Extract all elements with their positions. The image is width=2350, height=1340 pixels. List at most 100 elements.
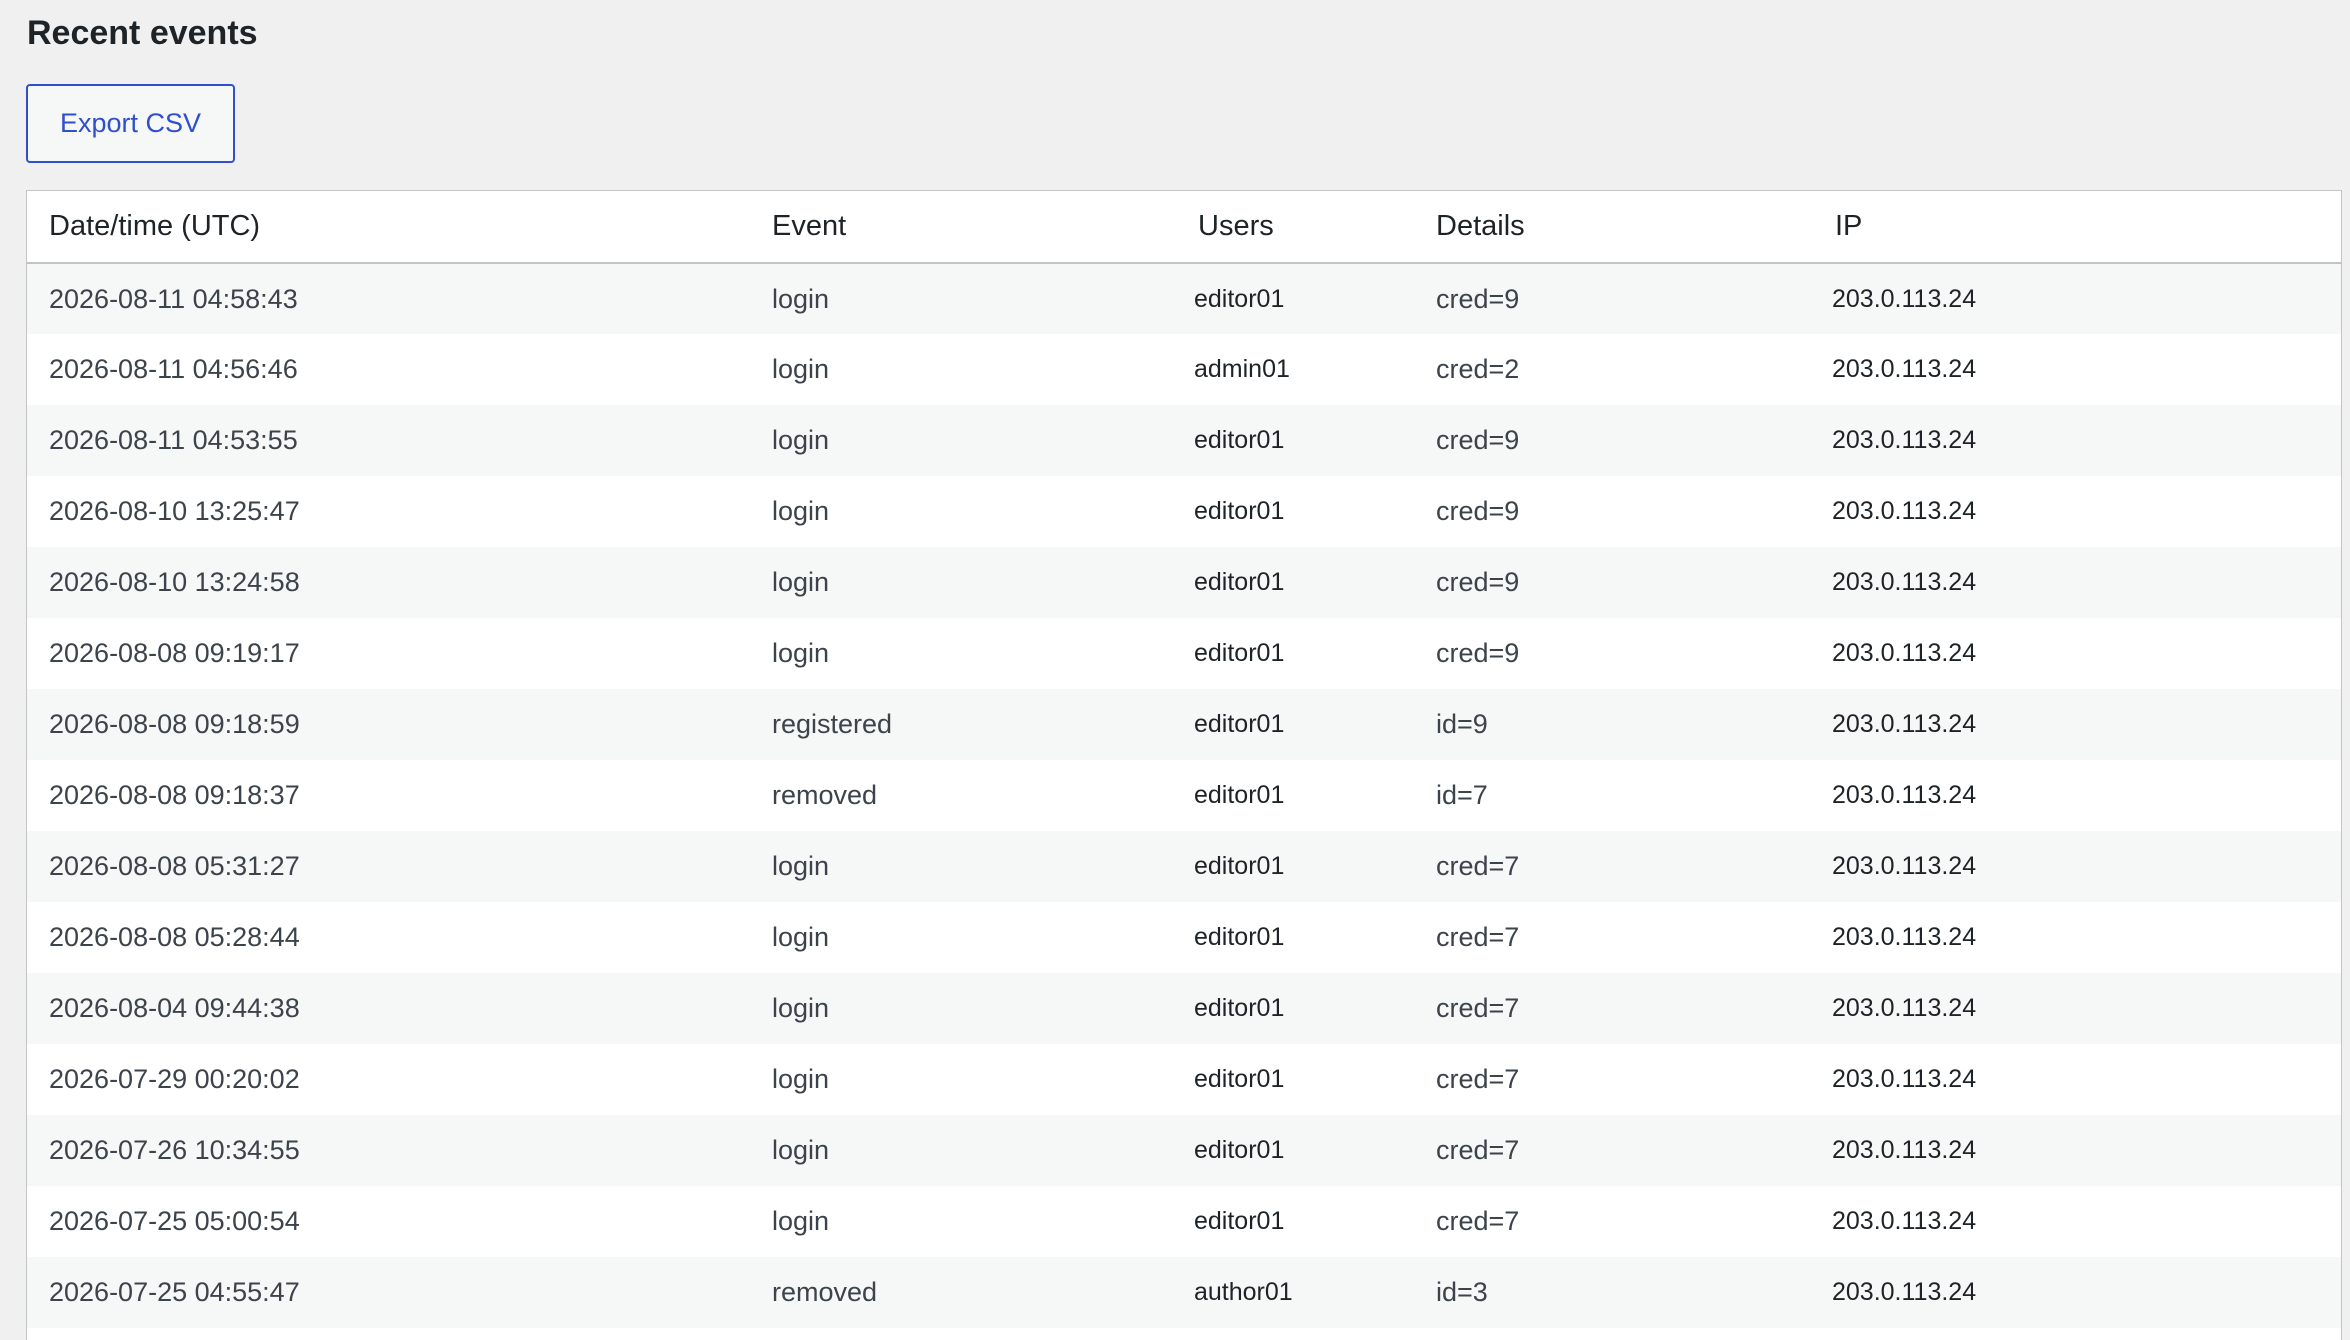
cell-datetime: 2026-07-29 00:20:02 bbox=[27, 1044, 750, 1115]
cell-event: login bbox=[750, 1044, 1150, 1115]
table-row: 2026-08-04 09:44:38 login editor01 cred=… bbox=[27, 973, 2341, 1044]
cell-event: removed bbox=[750, 1257, 1150, 1328]
cell-datetime: 2026-08-08 05:28:44 bbox=[27, 902, 750, 973]
cell-users: editor01 bbox=[1150, 1044, 1414, 1115]
cell-users: editor01 bbox=[1150, 831, 1414, 902]
cell-users: editor01 bbox=[1150, 973, 1414, 1044]
cell-users: editor01 bbox=[1150, 405, 1414, 476]
cell-ip: 203.0.113.24 bbox=[1807, 973, 2341, 1044]
cell-ip: 203.0.113.24 bbox=[1807, 476, 2341, 547]
table-row: 2026-08-10 13:25:47 login editor01 cred=… bbox=[27, 476, 2341, 547]
table-row: 2026-07-29 00:20:02 login editor01 cred=… bbox=[27, 1044, 2341, 1115]
table-row: 2026-07-25 05:00:54 login editor01 cred=… bbox=[27, 1186, 2341, 1257]
table-row: 2026-08-11 04:56:46 login admin01 cred=2… bbox=[27, 334, 2341, 405]
cell-details: cred=9 bbox=[1414, 263, 1807, 334]
cell-ip: 203.0.113.24 bbox=[1807, 689, 2341, 760]
cell-event: login bbox=[750, 973, 1150, 1044]
cell-datetime: 2026-08-11 04:58:43 bbox=[27, 263, 750, 334]
cell-users: editor01 bbox=[1150, 476, 1414, 547]
export-csv-button[interactable]: Export CSV bbox=[26, 84, 235, 163]
cell-details: cred=9 bbox=[1414, 547, 1807, 618]
cell-datetime: 2026-08-08 05:31:27 bbox=[27, 831, 750, 902]
cell-datetime: 2026-08-10 13:25:47 bbox=[27, 476, 750, 547]
table-row: 2026-08-11 04:58:43 login editor01 cred=… bbox=[27, 263, 2341, 334]
cell-event: registered bbox=[750, 689, 1150, 760]
column-header-datetime: Date/time (UTC) bbox=[27, 191, 750, 264]
cell-details: id=9 bbox=[1414, 689, 1807, 760]
cell-users: editor01 bbox=[1150, 760, 1414, 831]
cell-ip: 203.0.113.24 bbox=[1807, 547, 2341, 618]
column-header-details: Details bbox=[1414, 191, 1807, 264]
cell-users: admin01 bbox=[1150, 334, 1414, 405]
cell-details: cred=7 bbox=[1414, 902, 1807, 973]
cell-event: login bbox=[750, 263, 1150, 334]
cell-event: login bbox=[750, 547, 1150, 618]
cell-details: cred=9 bbox=[1414, 405, 1807, 476]
cell-datetime: 2026-08-11 04:56:46 bbox=[27, 334, 750, 405]
cell-ip: 203.0.113.24 bbox=[1807, 618, 2341, 689]
cell-users: editor01 bbox=[1150, 618, 1414, 689]
cell-details: cred=9 bbox=[1414, 476, 1807, 547]
cell-event: login bbox=[750, 1186, 1150, 1257]
cell-users: editor01 bbox=[1150, 1186, 1414, 1257]
table-body: 2026-08-11 04:58:43 login editor01 cred=… bbox=[27, 263, 2341, 1328]
table-header: Date/time (UTC) Event Users Details IP bbox=[27, 191, 2341, 264]
cell-users: author01 bbox=[1150, 1257, 1414, 1328]
cell-event: login bbox=[750, 334, 1150, 405]
cell-event: login bbox=[750, 1115, 1150, 1186]
cell-event: removed bbox=[750, 760, 1150, 831]
cell-event: login bbox=[750, 618, 1150, 689]
table-row: 2026-08-08 09:18:59 registered editor01 … bbox=[27, 689, 2341, 760]
cell-details: cred=7 bbox=[1414, 831, 1807, 902]
cell-datetime: 2026-07-25 05:00:54 bbox=[27, 1186, 750, 1257]
table-row: 2026-08-11 04:53:55 login editor01 cred=… bbox=[27, 405, 2341, 476]
cell-ip: 203.0.113.24 bbox=[1807, 405, 2341, 476]
cell-users: editor01 bbox=[1150, 547, 1414, 618]
cell-details: cred=2 bbox=[1414, 334, 1807, 405]
cell-details: cred=7 bbox=[1414, 1044, 1807, 1115]
table-row: 2026-08-10 13:24:58 login editor01 cred=… bbox=[27, 547, 2341, 618]
cell-ip: 203.0.113.24 bbox=[1807, 1186, 2341, 1257]
cell-details: id=3 bbox=[1414, 1257, 1807, 1328]
cell-event: login bbox=[750, 831, 1150, 902]
table-row: 2026-07-26 10:34:55 login editor01 cred=… bbox=[27, 1115, 2341, 1186]
table-row: 2026-08-08 05:28:44 login editor01 cred=… bbox=[27, 902, 2341, 973]
cell-datetime: 2026-08-04 09:44:38 bbox=[27, 973, 750, 1044]
cell-users: editor01 bbox=[1150, 1115, 1414, 1186]
column-header-users: Users bbox=[1150, 191, 1414, 264]
events-table: Date/time (UTC) Event Users Details IP 2… bbox=[27, 191, 2341, 1328]
cell-ip: 203.0.113.24 bbox=[1807, 902, 2341, 973]
cell-details: cred=7 bbox=[1414, 973, 1807, 1044]
table-row: 2026-07-25 04:55:47 removed author01 id=… bbox=[27, 1257, 2341, 1328]
cell-ip: 203.0.113.24 bbox=[1807, 1115, 2341, 1186]
cell-ip: 203.0.113.24 bbox=[1807, 263, 2341, 334]
events-table-container: Date/time (UTC) Event Users Details IP 2… bbox=[26, 190, 2342, 1340]
cell-datetime: 2026-07-26 10:34:55 bbox=[27, 1115, 750, 1186]
cell-details: cred=7 bbox=[1414, 1115, 1807, 1186]
column-header-ip: IP bbox=[1807, 191, 2341, 264]
page: Recent events Export CSV Date/time (UTC)… bbox=[0, 0, 2350, 1340]
cell-ip: 203.0.113.24 bbox=[1807, 831, 2341, 902]
cell-ip: 203.0.113.24 bbox=[1807, 1044, 2341, 1115]
column-header-event: Event bbox=[750, 191, 1150, 264]
cell-datetime: 2026-07-25 04:55:47 bbox=[27, 1257, 750, 1328]
table-row: 2026-08-08 09:18:37 removed editor01 id=… bbox=[27, 760, 2341, 831]
cell-event: login bbox=[750, 902, 1150, 973]
cell-datetime: 2026-08-10 13:24:58 bbox=[27, 547, 750, 618]
table-row: 2026-08-08 05:31:27 login editor01 cred=… bbox=[27, 831, 2341, 902]
cell-users: editor01 bbox=[1150, 902, 1414, 973]
cell-details: cred=9 bbox=[1414, 618, 1807, 689]
cell-event: login bbox=[750, 405, 1150, 476]
page-title: Recent events bbox=[27, 14, 258, 52]
cell-ip: 203.0.113.24 bbox=[1807, 1257, 2341, 1328]
cell-datetime: 2026-08-08 09:18:37 bbox=[27, 760, 750, 831]
cell-details: id=7 bbox=[1414, 760, 1807, 831]
cell-details: cred=7 bbox=[1414, 1186, 1807, 1257]
cell-users: editor01 bbox=[1150, 263, 1414, 334]
table-row: 2026-08-08 09:19:17 login editor01 cred=… bbox=[27, 618, 2341, 689]
cell-users: editor01 bbox=[1150, 689, 1414, 760]
cell-datetime: 2026-08-08 09:19:17 bbox=[27, 618, 750, 689]
cell-datetime: 2026-08-08 09:18:59 bbox=[27, 689, 750, 760]
cell-ip: 203.0.113.24 bbox=[1807, 334, 2341, 405]
cell-ip: 203.0.113.24 bbox=[1807, 760, 2341, 831]
